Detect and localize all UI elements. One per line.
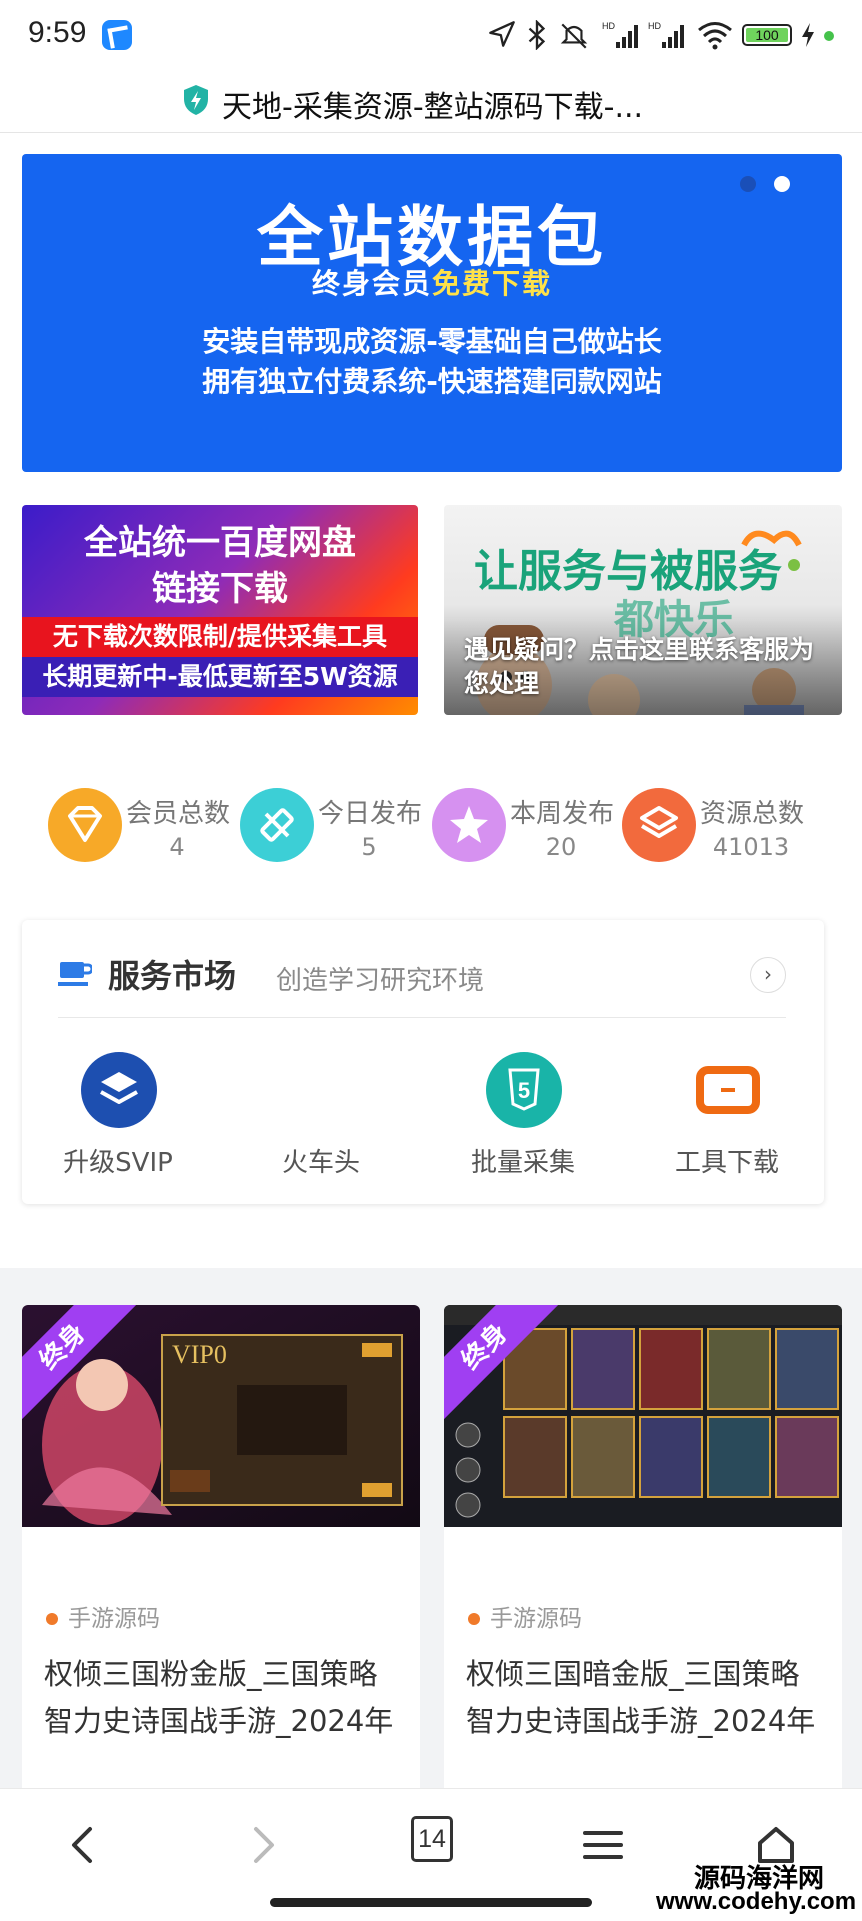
secure-shield-icon [182,84,210,116]
post-card[interactable]: VIP0 终身 手游源码 权倾三国粉金版_三国策略智力史诗国战手游_2024年 [22,1305,420,1795]
divider [58,1017,786,1018]
hero-subtitle-prefix: 终身会员 [311,267,432,300]
mute-icon [558,20,590,57]
hero-banner[interactable]: 全站数据包 终身会员免费下载 安装自带现成资源-零基础自己做站长 拥有独立付费系… [22,154,842,472]
post-category[interactable]: 手游源码 [68,1599,160,1633]
promo-banner-support[interactable]: 让服务与被服务 都快乐 遇见疑问？点击这里联系客服为您处理 [444,505,842,715]
promo-banner-download[interactable]: 全站统一百度网盘 链接下载 无下载次数限制/提供采集工具 长期更新中-最低更新至… [22,505,418,715]
coffee-cup-icon [58,960,94,988]
service-market-subtitle: 创造学习研究环境 [276,966,485,996]
tabs-button[interactable]: 14 [411,1816,453,1862]
diamond-icon [48,788,122,862]
battery-icon: 100 [742,24,792,46]
hero-line-2: 拥有独立付费系统-快速搭建同款网站 [202,365,662,398]
stat-members: 会员总数 4 [48,785,248,867]
active-dot-icon [824,31,834,41]
service-batch-collect[interactable]: 5 批量采集 [448,1052,598,1178]
promo-right-caption: 遇见疑问？点击这里联系客服为您处理 [464,635,815,698]
svg-text:HD: HD [602,21,615,31]
stat-label: 今日发布 [318,799,423,829]
stat-total: 资源总数 41013 [622,785,822,867]
stat-value: 41013 [712,833,790,861]
location-icon [488,20,516,55]
star-icon [432,788,506,862]
status-time: 9:59 [28,16,87,49]
app-notification-icon [102,20,132,50]
layers-circle-icon [81,1052,157,1128]
battery-level: 100 [746,28,788,42]
carousel-dot-2[interactable] [774,176,790,192]
home-indicator[interactable] [270,1898,592,1907]
tag-dot-icon [468,1613,480,1625]
page-title[interactable]: 天地-采集资源-整站源码下载-... [222,82,643,126]
stat-value: 5 [361,833,377,861]
service-tool-download[interactable]: 工具下载 [652,1052,802,1178]
charging-icon [800,22,816,55]
hero-subtitle-highlight: 免费下载 [432,267,553,300]
hero-subtitle: 终身会员免费下载 [22,262,842,302]
signal-1-icon: HD [602,20,640,57]
pencil-ruler-icon [240,788,314,862]
post-title[interactable]: 权倾三国粉金版_三国策略智力史诗国战手游_2024年 [44,1651,404,1745]
stat-value: 20 [545,833,577,861]
stat-label: 本周发布 [510,799,615,829]
service-label: 工具下载 [674,1148,779,1178]
train-icon [284,1052,360,1128]
post-title[interactable]: 权倾三国暗金版_三国策略智力史诗国战手游_2024年 [466,1651,826,1745]
service-train[interactable]: 火车头 [246,1052,396,1178]
svg-text:HD: HD [648,21,661,31]
back-icon[interactable] [54,1815,114,1875]
tag-dot-icon [46,1613,58,1625]
watermark-url: www.codehy.com [656,1888,857,1915]
toolbox-icon [690,1052,766,1128]
stat-label: 资源总数 [700,799,805,829]
html5-icon: 5 [486,1052,562,1128]
post-card[interactable]: 终身 手游源码 权倾三国暗金版_三国策略智力史诗国战手游_2024年 [444,1305,842,1795]
stat-value: 4 [169,833,185,861]
post-image-text: VIP0 [172,1340,227,1369]
carousel-dot-1[interactable] [740,176,756,192]
layers-icon [622,788,696,862]
bluetooth-icon [526,19,548,57]
stat-label: 会员总数 [126,799,231,829]
promo-left-strip-1: 无下载次数限制/提供采集工具 [22,617,418,657]
service-market-title: 服务市场 [108,957,237,995]
signal-2-icon: HD [648,20,686,57]
promo-left-title-1: 全站统一百度网盘 [84,523,356,563]
hero-line-1: 安装自带现成资源-零基础自己做站长 [202,325,662,358]
service-label: 火车头 [281,1148,360,1178]
stat-week: 本周发布 20 [432,785,632,867]
service-label: 批量采集 [470,1148,575,1178]
chevron-right-icon[interactable]: › [750,957,786,993]
svg-text:5: 5 [518,1078,530,1103]
service-label: 升级SVIP [63,1148,173,1178]
menu-icon[interactable] [573,1815,633,1875]
post-category[interactable]: 手游源码 [490,1599,582,1633]
promo-left-title-2: 链接下载 [152,569,288,609]
forward-icon[interactable] [232,1815,292,1875]
service-upgrade-svip[interactable]: 升级SVIP [43,1052,193,1178]
stat-today: 今日发布 5 [240,785,440,867]
wifi-icon [696,20,734,57]
promo-left-strip-2: 长期更新中-最低更新至5W资源 [22,657,418,697]
